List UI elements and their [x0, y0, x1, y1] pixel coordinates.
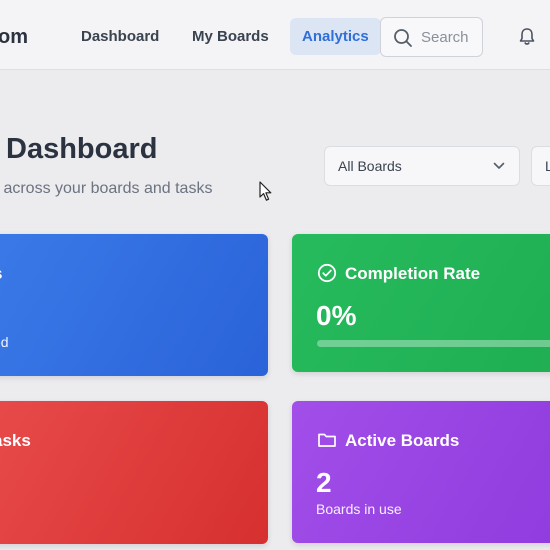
active-boards-title: Active Boards	[345, 431, 460, 450]
range-filter-select[interactable]: L	[531, 146, 550, 186]
search-input[interactable]	[421, 18, 481, 56]
active-boards-card: Active Boards 2 Boards in use	[292, 401, 550, 543]
boards-filter-value: All Boards	[338, 158, 402, 174]
completion-progress-bar	[317, 340, 550, 347]
completion-rate-card: Completion Rate 0%	[292, 234, 550, 372]
chevron-down-icon	[493, 162, 505, 169]
completion-rate-value: 0%	[316, 300, 357, 331]
folder-icon	[318, 433, 336, 447]
active-boards-value: 2	[316, 467, 332, 498]
brand-name[interactable]: om	[0, 26, 28, 49]
total-tasks-card-title: s	[0, 264, 2, 284]
range-filter-value: L	[545, 158, 550, 174]
search-icon	[394, 29, 412, 47]
top-nav: om Dashboard My Boards Analytics	[0, 0, 550, 70]
active-boards-subtitle: Boards in use	[316, 501, 402, 517]
page-subtitle: s across your boards and tasks	[0, 180, 213, 197]
total-tasks-card: s ed	[0, 234, 268, 376]
overdue-tasks-card-title: asks	[0, 431, 31, 450]
total-tasks-card-subtitle: ed	[0, 334, 9, 350]
nav-link-my-boards[interactable]: My Boards	[180, 18, 281, 55]
overdue-tasks-card: asks	[0, 401, 268, 544]
bell-icon[interactable]	[518, 27, 536, 46]
mouse-cursor-icon	[259, 181, 272, 201]
search-box[interactable]	[380, 17, 483, 57]
boards-filter-select[interactable]: All Boards	[324, 146, 520, 186]
nav-link-dashboard[interactable]: Dashboard	[69, 18, 171, 55]
page-title: Dashboard	[6, 133, 158, 165]
completion-rate-title: Completion Rate	[345, 264, 481, 283]
nav-link-analytics[interactable]: Analytics	[290, 18, 381, 55]
check-circle-icon	[317, 263, 337, 283]
